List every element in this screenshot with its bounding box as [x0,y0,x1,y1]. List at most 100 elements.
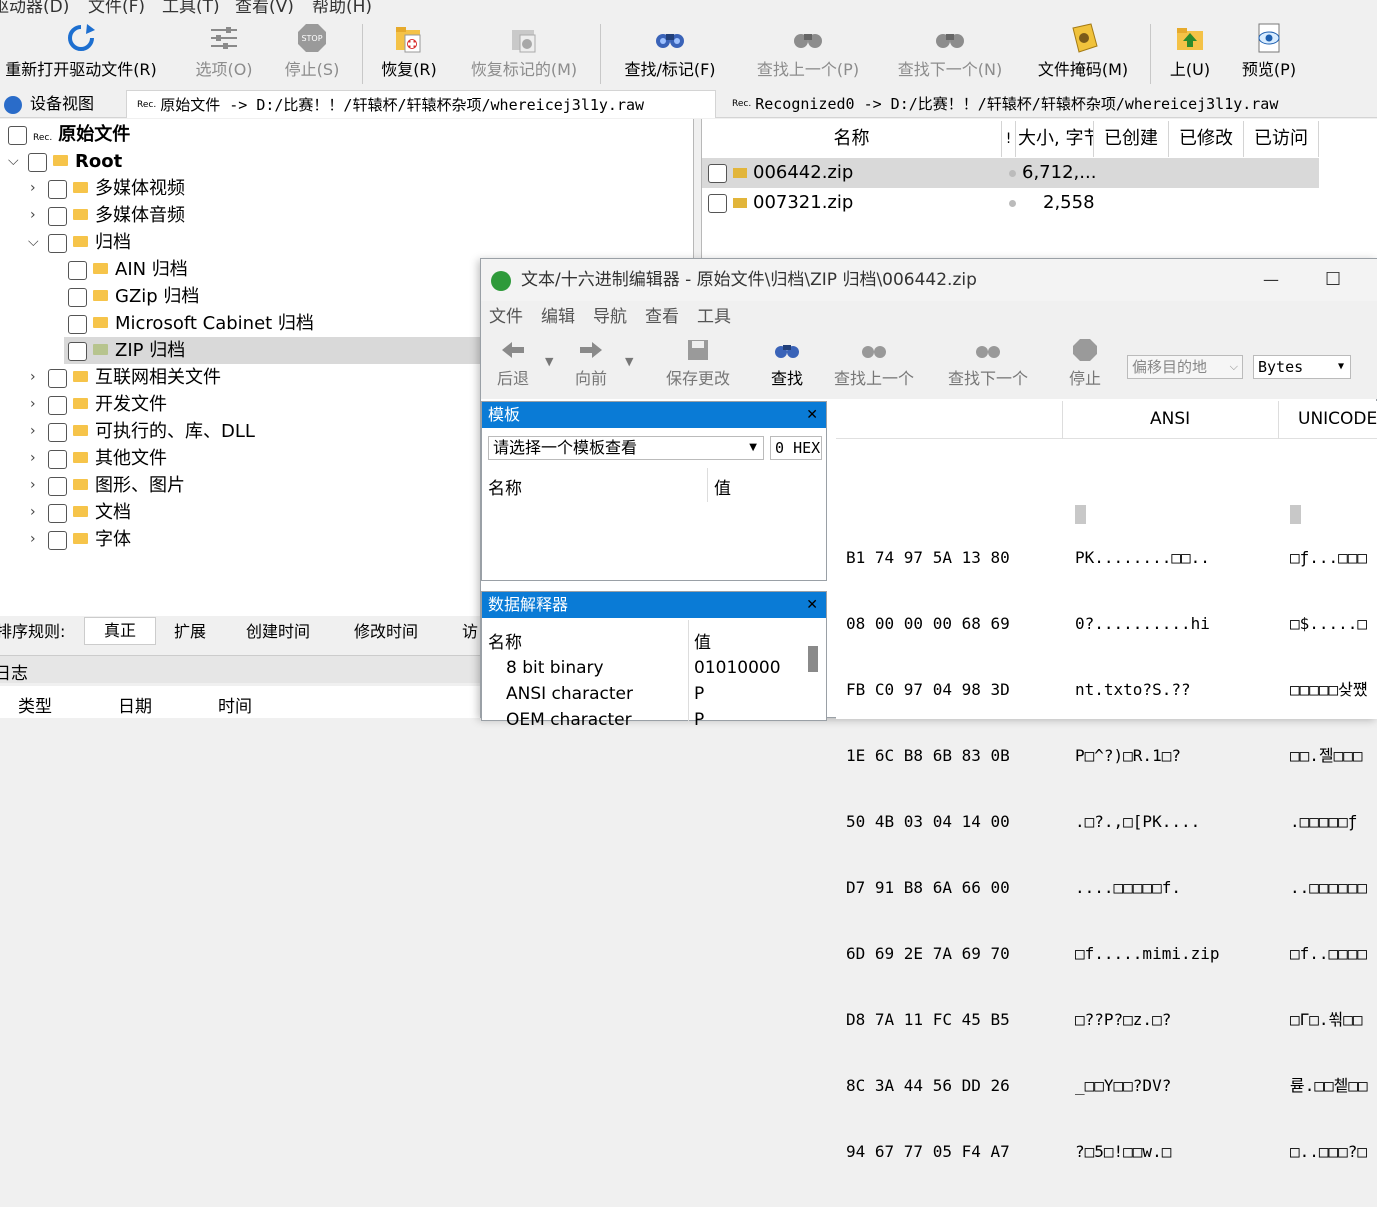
chevron-down-icon[interactable]: ⌵ [28,229,39,256]
sort-real[interactable]: 真正 [84,617,156,645]
checkbox[interactable] [68,287,87,307]
checkbox[interactable] [68,341,87,361]
tree-item-raw-files[interactable]: Rec. 原始文件 [8,121,130,148]
file-mask-button[interactable]: 文件掩码(M) [1030,22,1136,80]
column-header-name[interactable]: 名称 [702,121,1002,157]
sort-modified[interactable]: 修改时间 [354,617,418,647]
column-header-modified[interactable]: 已修改 [1169,121,1244,157]
unit-select[interactable]: Bytes ▼ [1253,355,1351,379]
menu-view[interactable]: 查看(V) [235,0,294,17]
tree-item-video[interactable]: 多媒体视频 [48,175,185,202]
checkbox[interactable] [48,206,67,226]
column-header-accessed[interactable]: 已访问 [1244,121,1319,157]
template-select[interactable]: 请选择一个模板查看 ▼ [488,436,764,460]
checkbox[interactable] [48,530,67,550]
options-button[interactable]: 选项(O) [188,22,260,80]
find-button[interactable]: 查找 [767,339,807,389]
column-header-flag[interactable]: ! [1002,121,1016,157]
back-button[interactable]: 后退 [493,339,533,389]
menu-tools[interactable]: 工具(T) [162,0,220,17]
tree-item-fonts[interactable]: 字体 [48,526,131,553]
tree-item-audio[interactable]: 多媒体音频 [48,202,185,229]
tree-item-root[interactable]: Root [28,148,122,175]
recover-marked-button[interactable]: 恢复标记的(M) [462,22,586,80]
sort-extension[interactable]: 扩展 [174,617,206,647]
editor-menu-edit[interactable]: 编辑 [541,301,575,333]
chevron-right-icon[interactable]: › [30,472,36,499]
sort-created[interactable]: 创建时间 [246,617,310,647]
tree-item-zip[interactable]: ZIP 归档 [64,337,484,364]
menu-help[interactable]: 帮助(H) [312,0,372,17]
column-header-size[interactable]: 大小, 字节 [1018,121,1094,157]
chevron-right-icon[interactable]: › [30,391,36,418]
tree-item-gzip[interactable]: GZip 归档 [68,283,199,310]
tab-raw-files[interactable]: Rec. 原始文件 -> D:/比赛！！/轩辕杯/轩辕杯杂项/whereicej3… [126,90,716,118]
chevron-right-icon[interactable]: › [30,202,36,229]
close-icon[interactable]: ✕ [806,592,818,618]
find-prev-button[interactable]: 查找上一个(P) [746,22,870,80]
forward-button[interactable]: 向前 [571,339,611,389]
chevron-right-icon[interactable]: › [30,364,36,391]
chevron-down-icon[interactable]: ▼ [545,355,553,368]
column-header-created[interactable]: 已创建 [1094,121,1169,157]
checkbox[interactable] [48,395,67,415]
find-next-button[interactable]: 查找下一个(N) [888,22,1012,80]
editor-menu-navigate[interactable]: 导航 [593,301,627,333]
editor-menu-tools[interactable]: 工具 [697,301,731,333]
tree-item-docs[interactable]: 文档 [48,499,131,526]
sort-accessed[interactable]: 访 [462,617,478,647]
offset-dropdown[interactable]: 偏移目的地 ⌵ [1127,355,1243,379]
checkbox[interactable] [48,476,67,496]
ansi-column[interactable]: PK........□□.. 0?..........hi nt.txto?S.… [1075,503,1220,1207]
reopen-drive-file-button[interactable]: 重新打开驱动文件(R) [0,22,166,80]
checkbox[interactable] [48,179,67,199]
preview-button[interactable]: 预览(P) [1234,22,1304,80]
maximize-button[interactable]: ☐ [1325,259,1341,301]
checkbox[interactable] [28,152,47,172]
editor-find-next-button[interactable]: 查找下一个 [943,339,1033,389]
tree-item-exe[interactable]: 可执行的、库、DLL [48,418,255,445]
chevron-right-icon[interactable]: › [30,499,36,526]
stop-button[interactable]: STOP 停止(S) [276,22,348,80]
chevron-right-icon[interactable]: › [30,418,36,445]
menu-drive[interactable]: 驱动器(D) [0,0,69,17]
checkbox[interactable] [48,503,67,523]
log-col-time[interactable]: 时间 [218,692,252,717]
tree-item-dev[interactable]: 开发文件 [48,391,167,418]
tab-recognized[interactable]: Rec. Recognized0 -> D:/比赛！！/轩辕杯/轩辕杯杂项/whe… [726,90,1377,118]
tree-item-archive[interactable]: 归档 [48,229,131,256]
checkbox[interactable] [68,314,87,334]
chevron-down-icon[interactable]: ⌵ [8,148,19,175]
checkbox[interactable] [48,368,67,388]
close-icon[interactable]: ✕ [806,402,818,428]
editor-menu-view[interactable]: 查看 [645,301,679,333]
checkbox[interactable] [708,163,727,183]
editor-menu-file[interactable]: 文件 [489,301,523,333]
menu-file[interactable]: 文件(F) [88,0,145,17]
chevron-right-icon[interactable]: › [30,526,36,553]
tree-item-internet[interactable]: 互联网相关文件 [48,364,221,391]
checkbox[interactable] [8,125,27,145]
save-changes-button[interactable]: 保存更改 [661,339,735,389]
log-col-date[interactable]: 日期 [118,692,152,717]
recover-button[interactable]: 恢复(R) [374,22,444,80]
tab-device-view[interactable]: 设备视图 [0,90,116,118]
file-row[interactable]: 006442.zip 6,712,... [702,158,1319,188]
minimize-button[interactable]: — [1263,259,1279,301]
chevron-right-icon[interactable]: › [30,175,36,202]
hex-bytes-column[interactable]: B1 74 97 5A 13 80 08 00 00 00 68 69 FB C… [846,503,1010,1207]
checkbox[interactable] [48,233,67,253]
tree-item-cabinet[interactable]: Microsoft Cabinet 归档 [68,310,314,337]
checkbox[interactable] [708,193,727,213]
checkbox[interactable] [48,449,67,469]
tree-item-images[interactable]: 图形、图片 [48,472,185,499]
editor-find-prev-button[interactable]: 查找上一个 [829,339,919,389]
up-button[interactable]: 上(U) [1162,22,1218,80]
checkbox[interactable] [68,260,87,280]
chevron-right-icon[interactable]: › [30,445,36,472]
unicode-column[interactable]: □ƒ...□□□ □$.....□ □□□□□샂쩄 □□.젤□□□ .□□□□□… [1290,503,1377,1207]
checkbox[interactable] [48,422,67,442]
editor-stop-button[interactable]: 停止 [1067,339,1103,389]
log-col-type[interactable]: 类型 [18,692,52,717]
find-mark-button[interactable]: 查找/标记(F) [612,22,728,80]
